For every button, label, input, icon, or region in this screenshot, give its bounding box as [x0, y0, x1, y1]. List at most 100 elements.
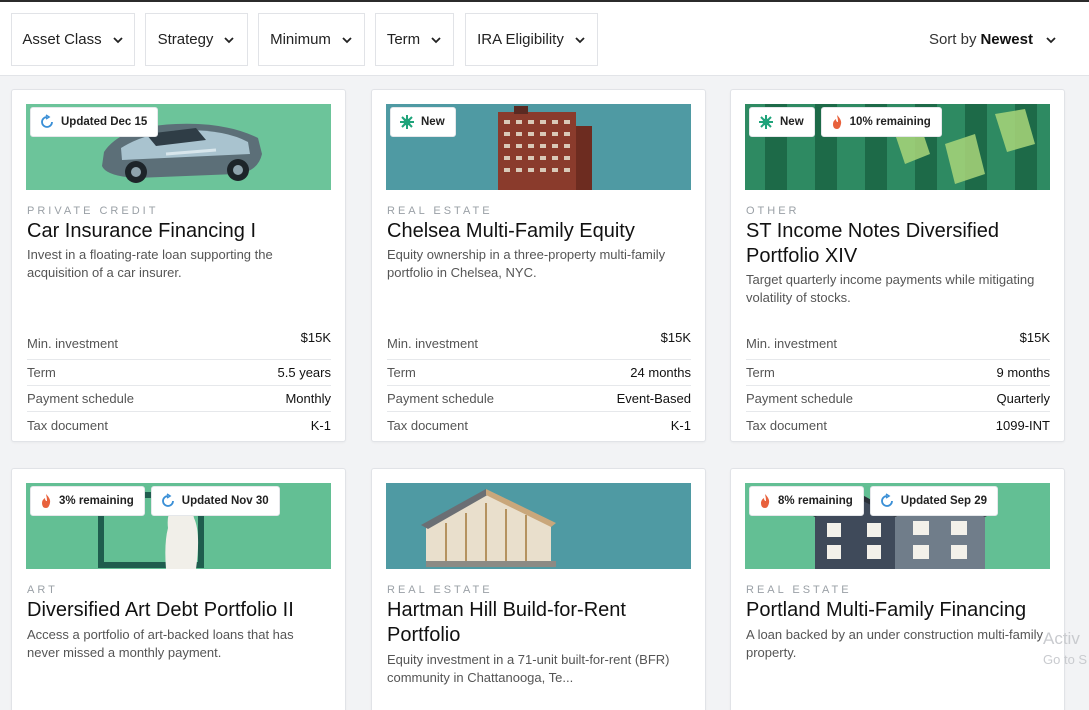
card-category: REAL ESTATE [387, 584, 493, 596]
refresh-icon [41, 114, 53, 128]
card-title[interactable]: Diversified Art Debt Portfolio II [27, 598, 337, 623]
stat-value: 24 months [630, 365, 691, 380]
badge-group: Updated Dec 15 [30, 107, 159, 137]
card-title[interactable]: Portland Multi-Family Financing [746, 598, 1056, 623]
badge-text: 10% remaining [849, 116, 931, 128]
watermark-line-1: Activ [1043, 629, 1080, 648]
sort-dropdown[interactable]: Sort by Newest [929, 13, 1057, 66]
card-title[interactable]: Chelsea Multi-Family Equity [387, 219, 697, 244]
stat-label: Tax document [27, 417, 108, 433]
card-description: Equity ownership in a three-property mul… [387, 247, 666, 280]
offering-card[interactable]: New REAL ESTATE Chelsea Multi-Family Equ… [371, 89, 706, 442]
remaining-badge: 8% remaining [749, 486, 864, 516]
card-description: A loan backed by an under construction m… [746, 627, 1043, 660]
stat-row-term: Term 9 months [746, 360, 1050, 386]
card-category: OTHER [746, 205, 800, 217]
stat-row-tax: Tax document K-1 [27, 412, 331, 438]
card-description: Invest in a floating-rate loan supportin… [27, 247, 273, 280]
card-title[interactable]: Hartman Hill Build-for-Rent Portfolio [387, 598, 697, 648]
sort-prefix: Sort by [928, 31, 977, 48]
stat-row-schedule: Payment schedule Monthly [27, 386, 331, 412]
stat-label: Min. investment [387, 336, 479, 351]
chevron-down-icon [431, 36, 441, 43]
card-stats: Min. investment $15K Term 5.5 years Paymen… [27, 328, 331, 438]
badge-text: Updated Sep 29 [900, 495, 988, 507]
activation-watermark: Activ Go to S [1043, 628, 1087, 670]
offering-card[interactable]: REAL ESTATE Hartman Hill Build-for-Rent … [371, 468, 706, 710]
stat-label: Min. investment [746, 336, 838, 351]
refresh-icon [161, 493, 174, 507]
chevron-down-icon [1046, 36, 1056, 43]
remaining-badge: 10% remaining [820, 107, 942, 137]
badge-text: Updated Nov 30 [181, 495, 269, 507]
badge-text: Updated Dec 15 [61, 116, 148, 128]
new-badge: New [390, 107, 456, 137]
card-title[interactable]: ST Income Notes Diversified Portfolio XI… [746, 219, 1056, 269]
offering-card[interactable]: 3% remaining Updated Nov 30 ART Diversif… [11, 468, 346, 710]
filter-label: Minimum [270, 31, 331, 48]
filter-label: Asset Class [22, 31, 102, 48]
stat-label: Payment schedule [387, 391, 494, 406]
stat-row-tax: Tax document K-1 [387, 412, 691, 438]
card-category: ART [27, 584, 58, 596]
stat-value: 9 months [996, 365, 1050, 380]
watermark-line-2: Go to S [1043, 652, 1088, 667]
badge-group: 3% remaining Updated Nov 30 [30, 486, 280, 516]
card-category: PRIVATE CREDIT [27, 205, 159, 217]
filter-label: Strategy [157, 31, 214, 48]
stat-value: K-1 [310, 417, 331, 433]
badge-text: New [780, 116, 804, 128]
filter-label: IRA Eligibility [477, 31, 564, 48]
card-category: REAL ESTATE [746, 584, 852, 596]
stat-value: Quarterly [996, 391, 1050, 406]
stat-row-min: Min. investment $15K [27, 328, 331, 360]
filter-bar: Asset Class Strategy Minimum Term IRA El… [0, 2, 1089, 76]
stat-row-min: Min. investment $15K [387, 328, 691, 360]
stat-value: 5.5 years [277, 365, 331, 380]
offering-card[interactable]: Updated Dec 15 PRIVATE CREDIT Car Insura… [11, 89, 346, 442]
stat-row-term: Term 5.5 years [27, 360, 331, 386]
stat-label: Min. investment [27, 336, 119, 351]
card-stats: Min. investment $15K Term 9 months Payment… [746, 328, 1050, 438]
badge-text: 8% remaining [778, 495, 853, 507]
card-description: Access a portfolio of art-backed loans t… [27, 627, 294, 660]
stat-label: Payment schedule [746, 391, 853, 406]
filter-ira-eligibility[interactable]: IRA Eligibility [465, 13, 598, 66]
stat-value: $15K [300, 330, 331, 345]
filter-strategy[interactable]: Strategy [145, 13, 248, 66]
new-badge: New [749, 107, 815, 137]
stat-row-tax: Tax document 1099-INT [746, 412, 1050, 438]
chevron-down-icon [342, 36, 352, 43]
updated-badge: Updated Sep 29 [869, 486, 999, 516]
stat-row-schedule: Payment schedule Event-Based [387, 386, 691, 412]
stat-value: Event-Based [616, 391, 691, 406]
updated-badge: Updated Nov 30 [150, 486, 280, 516]
card-category: REAL ESTATE [387, 205, 493, 217]
updated-badge: Updated Dec 15 [30, 107, 159, 137]
badge-text: 3% remaining [59, 495, 134, 507]
flame-icon [761, 494, 770, 508]
card-stats: Min. investment $15K Term 24 months Paymen… [387, 328, 691, 438]
filter-term[interactable]: Term [375, 13, 454, 66]
stat-row-min: Min. investment $15K [746, 328, 1050, 360]
sort-value: Newest [980, 31, 1033, 48]
refresh-icon [880, 493, 893, 507]
flame-icon [832, 115, 841, 129]
card-description: Equity investment in a 71-unit built-for… [387, 652, 670, 685]
stat-label: Term [27, 365, 56, 380]
stat-label: Term [746, 365, 775, 380]
stat-row-term: Term 24 months [387, 360, 691, 386]
offering-card[interactable]: New 10% remaining OTHER ST Income Notes … [730, 89, 1065, 442]
stat-row-schedule: Payment schedule Quarterly [746, 386, 1050, 412]
card-title[interactable]: Car Insurance Financing I [27, 219, 337, 244]
filter-label: Term [386, 31, 421, 48]
stat-value: K-1 [670, 417, 691, 433]
star-burst-icon [759, 115, 773, 129]
offering-image-house-frame [386, 483, 691, 569]
remaining-badge: 3% remaining [30, 486, 145, 516]
offering-card[interactable]: 8% remaining Updated Sep 29 REAL ESTATE … [730, 468, 1065, 710]
chevron-down-icon [575, 36, 585, 43]
badge-group: New 10% remaining [749, 107, 942, 137]
filter-minimum[interactable]: Minimum [258, 13, 365, 66]
filter-asset-class[interactable]: Asset Class [11, 13, 135, 66]
